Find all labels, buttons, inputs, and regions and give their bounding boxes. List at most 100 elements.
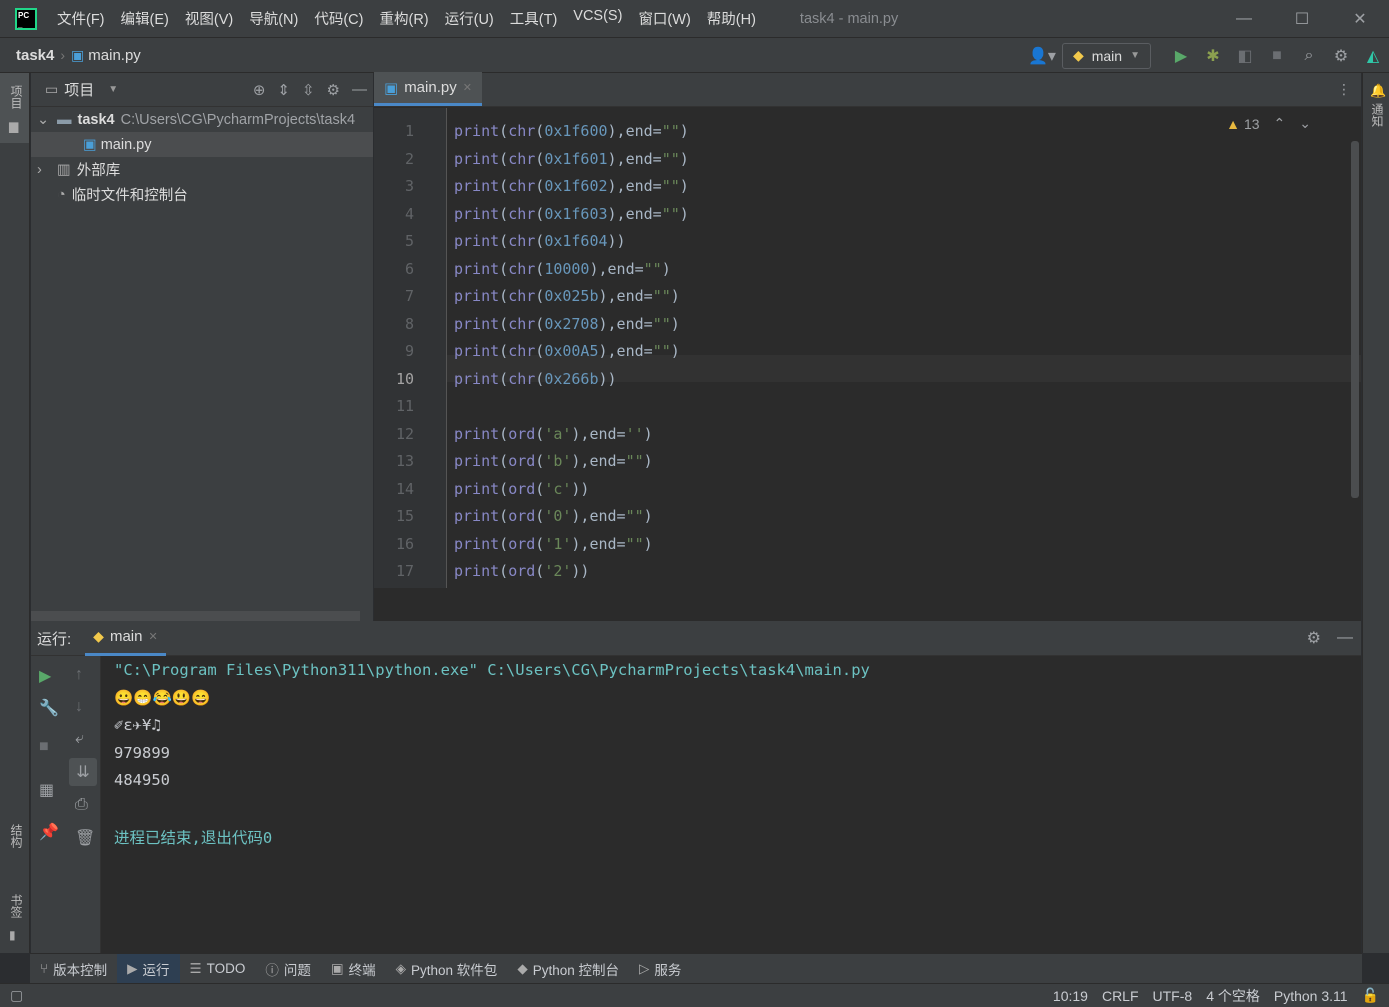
next-highlight-icon[interactable]: ⌄: [1299, 115, 1311, 132]
previous-highlight-icon[interactable]: ⌃: [1274, 115, 1286, 132]
expand-all-icon[interactable]: ⇕: [277, 81, 290, 99]
search-icon[interactable]: ⌕: [1293, 42, 1325, 70]
layers-icon: ◈: [395, 960, 407, 976]
inspection-widget[interactable]: ▲ 13 ⌃ ⌄: [1226, 115, 1311, 132]
tree-item-main-py[interactable]: ▣ main.py: [31, 132, 373, 157]
bell-icon[interactable]: 🔔: [1370, 83, 1386, 99]
editor-tab-main-py[interactable]: ▣ main.py ✕: [374, 72, 482, 106]
line-separator[interactable]: CRLF: [1102, 988, 1139, 1004]
up-arrow-icon[interactable]: ↑: [75, 666, 83, 684]
stop-icon[interactable]: ■: [39, 738, 49, 756]
rerun-icon[interactable]: ▶: [39, 666, 51, 686]
python-file-icon: ▣: [384, 79, 399, 97]
print-icon[interactable]: ⎙: [75, 796, 88, 814]
tab-problems[interactable]: ⓘ 问题: [255, 954, 321, 984]
vertical-scrollbar[interactable]: [1351, 141, 1359, 498]
minimize-icon[interactable]: —: [1215, 0, 1273, 38]
wrench-icon[interactable]: 🔧: [39, 698, 59, 718]
run-config-selector[interactable]: ◆ main ▼: [1061, 42, 1151, 69]
file-encoding[interactable]: UTF-8: [1153, 988, 1193, 1004]
menu-tools[interactable]: 工具(T): [510, 8, 558, 29]
line-number: 17: [395, 562, 414, 580]
menu-view[interactable]: 视图(V): [185, 8, 233, 29]
horizontal-scrollbar[interactable]: [31, 611, 360, 621]
code-line: print(chr(0x266b)): [454, 369, 617, 388]
menu-refactor[interactable]: 重构(R): [379, 8, 428, 29]
project-tool-button[interactable]: 项目 ▆: [0, 73, 29, 143]
lock-icon[interactable]: 🔓: [1362, 987, 1379, 1004]
root-folder-path: C:\Users\CG\PycharmProjects\task4: [120, 111, 356, 128]
layout-icon[interactable]: ▦: [39, 780, 54, 800]
list-icon: ☰: [189, 960, 202, 976]
settings-gear-icon[interactable]: ⚙: [1325, 42, 1357, 70]
code-line: print(chr(0x1f603),end=""): [454, 204, 689, 223]
code-line: print(ord('2')): [454, 562, 590, 580]
tab-python-packages[interactable]: ◈ Python 软件包: [386, 954, 508, 984]
indent-setting[interactable]: 4 个空格: [1206, 986, 1260, 1006]
debug-icon[interactable]: ✱: [1197, 42, 1229, 70]
close-tab-icon[interactable]: ✕: [148, 630, 157, 643]
hide-icon[interactable]: —: [1337, 629, 1353, 647]
menu-edit[interactable]: 编辑(E): [121, 8, 169, 29]
bookmarks-tool-label: 书签: [9, 894, 23, 918]
run-tab-main[interactable]: ◆ main ✕: [85, 621, 166, 656]
close-tab-icon[interactable]: ✕: [463, 81, 472, 94]
locate-icon[interactable]: ⊕: [253, 81, 266, 99]
menu-code[interactable]: 代码(C): [314, 8, 363, 29]
tab-version-control[interactable]: ⑂ 版本控制: [30, 954, 117, 984]
console-line: 979899: [114, 743, 170, 762]
maximize-icon[interactable]: ☐: [1273, 0, 1331, 38]
menu-window[interactable]: 窗口(W): [638, 8, 690, 29]
run-icon[interactable]: ▶: [1165, 42, 1197, 70]
layout-toggle-icon[interactable]: ▢: [10, 987, 23, 1004]
down-arrow-icon[interactable]: ↓: [75, 698, 83, 716]
window-title: task4 - main.py: [799, 10, 899, 27]
python-interpreter[interactable]: Python 3.11: [1274, 988, 1348, 1004]
gear-icon[interactable]: ⚙: [327, 81, 340, 99]
more-options-icon[interactable]: ⋮: [1337, 81, 1351, 98]
tab-python-console[interactable]: ◆ Python 控制台: [507, 954, 629, 984]
tree-item-root[interactable]: ⌄ ▬ task4 C:\Users\CG\PycharmProjects\ta…: [31, 107, 373, 132]
tab-label: 版本控制: [53, 962, 108, 978]
chevron-right-icon[interactable]: ›: [37, 162, 53, 178]
menu-help[interactable]: 帮助(H): [707, 8, 756, 29]
notifications-tool-label[interactable]: 通知: [1369, 103, 1386, 127]
menu-run[interactable]: 运行(U): [445, 8, 494, 29]
breadcrumb-file[interactable]: main.py: [88, 47, 141, 64]
caret-position[interactable]: 10:19: [1053, 988, 1088, 1004]
collapse-all-icon[interactable]: ⇳: [302, 81, 315, 99]
python-icon: ◆: [517, 960, 528, 976]
tab-terminal[interactable]: ▣ 终端: [321, 954, 386, 984]
run-icon: ▶: [127, 960, 138, 976]
menu-vcs[interactable]: VCS(S): [573, 8, 622, 29]
structure-tool-button[interactable]: 结构: [0, 818, 29, 873]
tree-item-external-libraries[interactable]: › ▥ 外部库: [31, 157, 373, 182]
tab-todo[interactable]: ☰ TODO: [180, 954, 256, 984]
menu-file[interactable]: 文件(F): [57, 8, 105, 29]
coverage-icon[interactable]: ◧: [1229, 42, 1261, 70]
tab-run[interactable]: ▶ 运行: [117, 953, 180, 984]
pin-icon[interactable]: 📌: [39, 822, 59, 842]
user-icon[interactable]: 👤▾: [1022, 42, 1062, 70]
chevron-down-icon[interactable]: ▼: [108, 84, 118, 95]
chevron-down-icon[interactable]: ⌄: [37, 112, 53, 128]
trash-icon[interactable]: 🗑: [75, 828, 95, 848]
hide-icon[interactable]: —: [352, 81, 367, 99]
tree-item-scratches[interactable]: ◔ 临时文件和控制台: [31, 182, 373, 207]
tab-services[interactable]: ▷ 服务: [629, 954, 691, 984]
gear-icon[interactable]: ⚙: [1307, 628, 1321, 648]
scratches-icon: ◔: [57, 186, 66, 203]
warning-icon: ▲: [1226, 115, 1240, 132]
scroll-to-end-icon[interactable]: ⇊: [69, 758, 97, 786]
warning-count: 13: [1243, 115, 1260, 132]
line-number: 6: [404, 259, 414, 278]
bookmarks-tool-button[interactable]: 书签 ▮: [0, 888, 29, 943]
project-panel-title[interactable]: 项目: [64, 79, 94, 100]
soft-wrap-icon[interactable]: ⤶: [75, 730, 84, 748]
breadcrumb-project[interactable]: task4: [16, 47, 54, 64]
tab-label: 服务: [654, 962, 682, 978]
stop-icon[interactable]: ■: [1261, 42, 1293, 70]
close-icon[interactable]: ✕: [1331, 0, 1389, 38]
jetbrains-icon[interactable]: ◭: [1357, 42, 1389, 70]
menu-navigate[interactable]: 导航(N): [249, 8, 298, 29]
